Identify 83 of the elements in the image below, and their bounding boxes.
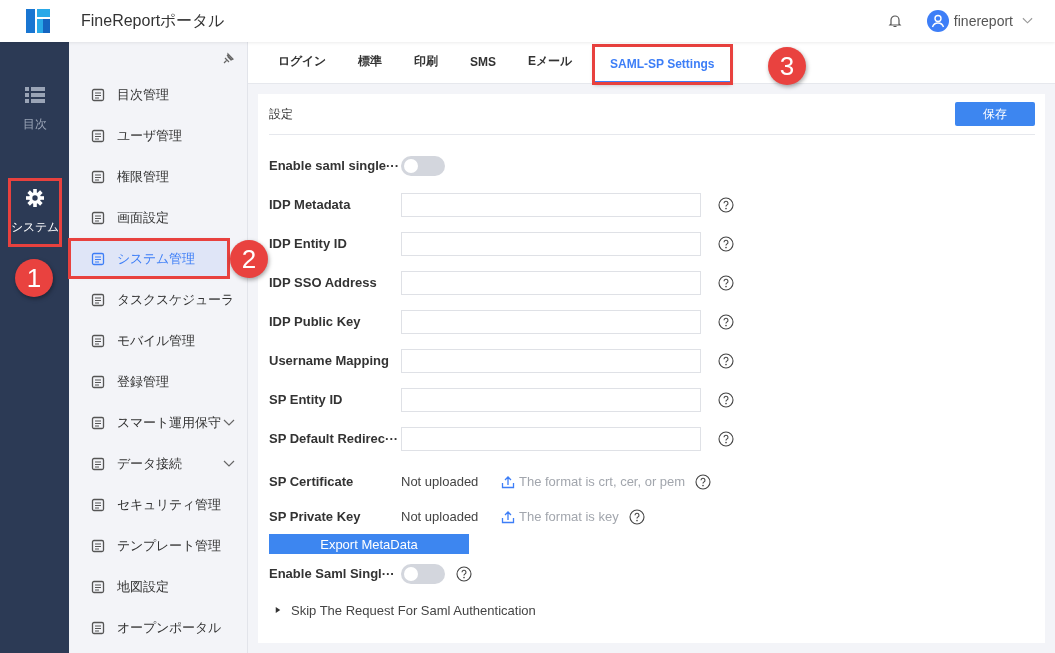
field-label: Username Mapping <box>269 353 390 368</box>
pin-icon[interactable] <box>221 52 235 66</box>
field-label: SP Certificate <box>269 474 355 489</box>
field-label: IDP Entity ID <box>269 236 348 251</box>
text-input[interactable] <box>401 426 701 451</box>
user-menu[interactable]: finereport <box>926 10 1033 32</box>
menu-item-icon <box>91 333 105 348</box>
menu-item-icon <box>91 87 105 102</box>
help-icon[interactable] <box>718 235 734 252</box>
text-input[interactable] <box>401 387 701 412</box>
step-badge: 2 <box>230 240 268 278</box>
export-button[interactable]: Export MetaData <box>269 534 469 554</box>
menu-item-icon <box>91 292 105 307</box>
toggle-switch[interactable] <box>401 563 445 584</box>
field-label: IDP SSO Address <box>269 275 378 290</box>
sidebar-item[interactable]: テンプレート管理 <box>71 525 245 566</box>
sidebar-item[interactable]: タスクスケジューラ <box>71 279 245 320</box>
tab[interactable]: 標準 <box>342 42 398 83</box>
menu-item-icon <box>91 128 105 143</box>
text-input[interactable] <box>401 309 701 334</box>
help-icon[interactable] <box>718 196 734 213</box>
tab[interactable]: Eメール <box>512 42 589 83</box>
help-icon[interactable] <box>718 313 734 330</box>
sidebar-item[interactable]: 目次管理 <box>71 74 245 115</box>
menu-item-icon <box>91 251 105 266</box>
sidebar-item[interactable]: セキュリティ管理 <box>71 484 245 525</box>
sidebar-item[interactable]: 画面設定 <box>71 197 245 238</box>
field-label: IDP Metadata <box>269 197 352 212</box>
tab[interactable]: SMS <box>454 42 512 83</box>
toggle-switch[interactable] <box>401 155 445 176</box>
bell-icon[interactable] <box>886 13 903 29</box>
tab[interactable]: 印刷 <box>398 42 454 83</box>
menu-item-icon <box>91 456 105 471</box>
sidebar-item[interactable]: モバイル管理 <box>71 320 245 361</box>
help-icon[interactable] <box>718 430 734 447</box>
tab[interactable]: SAML-SP Settings <box>594 46 731 83</box>
expander[interactable]: Skip The Request For Saml Authentication <box>269 593 1035 627</box>
list-icon <box>24 86 45 104</box>
text-input[interactable] <box>401 348 701 373</box>
upload-icon[interactable] <box>501 509 515 524</box>
menu-item-icon <box>91 374 105 389</box>
sidebar-item[interactable]: 登録管理 <box>71 361 245 402</box>
menu-item-icon <box>91 169 105 184</box>
menu-item-icon <box>91 210 105 225</box>
help-icon[interactable] <box>456 565 472 582</box>
upload-icon[interactable] <box>501 474 515 489</box>
logo-icon <box>24 7 52 35</box>
section-title: 設定 <box>269 105 293 123</box>
field-label: SP Entity ID <box>269 392 344 407</box>
save-button[interactable]: 保存 <box>955 102 1035 126</box>
avatar-icon <box>926 10 949 32</box>
gear-icon <box>24 189 45 207</box>
rail-item[interactable]: システム <box>10 181 59 244</box>
field-label: Enable saml single··· <box>269 158 401 173</box>
sidebar-item[interactable]: 地図設定 <box>71 566 245 607</box>
chevron-down-icon <box>1022 17 1033 25</box>
field-label: SP Private Key <box>269 509 362 524</box>
tab[interactable]: ログイン <box>262 42 342 83</box>
sidebar-item[interactable]: スマート運用保守 <box>71 402 245 443</box>
help-icon[interactable] <box>718 352 734 369</box>
field-label: SP Default Redirec··· <box>269 431 400 446</box>
rail-item[interactable]: 目次 <box>10 78 59 141</box>
help-icon[interactable] <box>718 274 734 291</box>
text-input[interactable] <box>401 270 701 295</box>
help-icon[interactable] <box>718 391 734 408</box>
field-label: IDP Public Key <box>269 314 362 329</box>
sidebar-item[interactable]: 権限管理 <box>71 156 245 197</box>
field-label: Enable Saml Singl··· <box>269 566 396 581</box>
app-title: FineReportポータル <box>81 10 225 31</box>
menu-item-icon <box>91 579 105 594</box>
sidebar-item[interactable]: ユーザ管理 <box>71 115 245 156</box>
menu-item-icon <box>91 620 105 635</box>
text-input[interactable] <box>401 231 701 256</box>
upload-status: Not uploaded <box>401 474 480 489</box>
help-icon[interactable] <box>695 473 712 490</box>
upload-status: Not uploaded <box>401 509 480 524</box>
menu-item-icon <box>91 538 105 553</box>
menu-item-icon <box>91 497 105 512</box>
help-icon[interactable] <box>628 508 645 525</box>
menu-item-icon <box>91 415 105 430</box>
sidebar-item[interactable]: データ接続 <box>71 443 245 484</box>
text-input[interactable] <box>401 192 701 217</box>
sidebar-item[interactable]: オープンポータル <box>71 607 245 648</box>
